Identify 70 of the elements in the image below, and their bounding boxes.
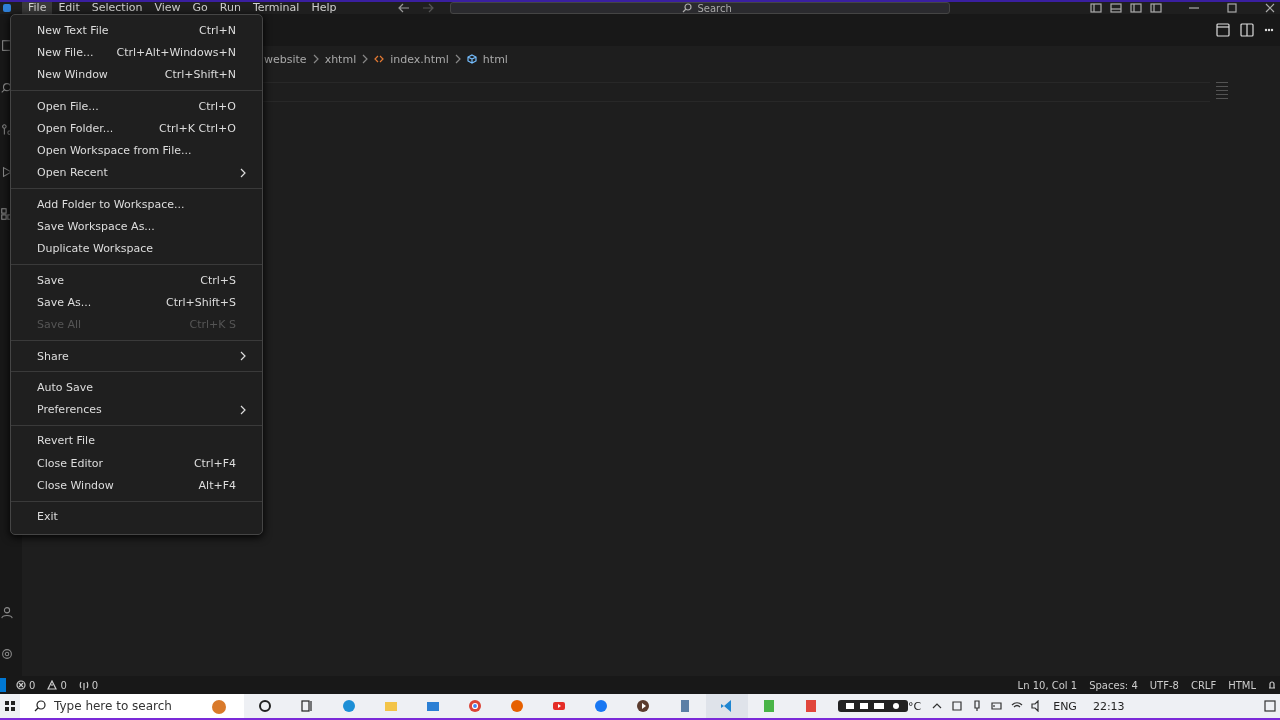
menu-item[interactable]: Edit	[52, 2, 86, 14]
menu-item[interactable]: Revert File	[11, 429, 262, 453]
chevron-right-icon	[454, 54, 461, 64]
status-item[interactable]: Spaces: 4	[1089, 679, 1138, 691]
code-editor-icon[interactable]	[706, 694, 748, 718]
chevron-right-icon	[312, 54, 319, 64]
breadcrumb-item[interactable]: html	[482, 52, 508, 66]
menu-item[interactable]: Share	[11, 344, 262, 368]
menu-item[interactable]: Open File... Ctrl+O	[11, 94, 262, 118]
search-icon	[682, 3, 693, 13]
warning-icon	[47, 680, 58, 690]
menu-item[interactable]: Help	[305, 2, 343, 14]
cube-icon	[466, 54, 477, 64]
battery-icon[interactable]	[991, 700, 1004, 712]
account-icon[interactable]	[0, 604, 14, 620]
panel-toggle-icon[interactable]	[1110, 3, 1122, 13]
menu-item[interactable]: Open Folder... Ctrl+K Ctrl+O	[11, 117, 262, 140]
menu-item[interactable]: Open Recent	[11, 161, 262, 185]
settings-icon[interactable]	[0, 646, 14, 662]
weather-temperature: °C	[908, 699, 922, 713]
menu-item[interactable]: Go	[186, 2, 214, 14]
breadcrumb-item[interactable]: website	[264, 52, 307, 66]
layout-icon[interactable]	[1130, 3, 1142, 13]
menu-item[interactable]: View	[148, 2, 187, 14]
app-logo-icon	[2, 3, 12, 13]
breadcrumb-item[interactable]: xhtml	[324, 52, 357, 66]
menu-item[interactable]: Save Ctrl+S	[11, 268, 262, 292]
code-brackets-icon	[374, 54, 385, 64]
menu-item[interactable]: File	[22, 2, 53, 14]
menu-item[interactable]: New File... Ctrl+Alt+Windows+N	[11, 41, 262, 64]
menu-item[interactable]: Terminal	[246, 2, 306, 14]
status-item[interactable]: 0	[78, 679, 99, 691]
menu-item[interactable]: Add Folder to Workspace...	[11, 193, 262, 216]
menu-item[interactable]: Duplicate Workspace	[11, 237, 262, 260]
menu-item[interactable]: Open Workspace from File...	[11, 139, 262, 162]
error-icon	[16, 680, 26, 690]
menu-item[interactable]: Selection	[85, 2, 149, 14]
clock-time[interactable]: 22:13	[1092, 699, 1125, 713]
menu-item[interactable]: Save Workspace As...	[11, 215, 262, 238]
bell-icon[interactable]	[1268, 680, 1276, 690]
menu-item[interactable]: Close Window Alt+F4	[11, 474, 262, 497]
search-icon	[34, 700, 46, 712]
menu-item[interactable]: New Text File Ctrl+N	[11, 19, 262, 42]
status-item[interactable]: 0	[16, 679, 36, 691]
status-item[interactable]: UTF-8	[1149, 679, 1179, 691]
menu-item[interactable]: Preferences	[11, 398, 262, 421]
split-editor-icon[interactable]	[1240, 23, 1254, 37]
menu-item[interactable]: Auto Save	[11, 376, 262, 399]
search-field[interactable]: Type here to search	[20, 694, 244, 718]
back-arrow-icon[interactable]	[398, 3, 411, 13]
open-preview-icon[interactable]	[1216, 23, 1230, 37]
search-field[interactable]: Search	[450, 2, 951, 14]
close-icon[interactable]	[1264, 3, 1276, 13]
maximize-icon[interactable]	[1226, 3, 1238, 13]
status-item[interactable]: 0	[47, 679, 67, 691]
menu-item[interactable]: Exit	[11, 505, 262, 528]
menu-item[interactable]: Save As... Ctrl+Shift+S	[11, 291, 262, 314]
menu-item[interactable]: Run	[213, 2, 247, 14]
menu-item[interactable]: New Window Ctrl+Shift+N	[11, 63, 262, 86]
customize-layout-icon[interactable]	[1150, 3, 1162, 13]
status-item[interactable]: CRLF	[1190, 679, 1217, 691]
status-item[interactable]: HTML	[1228, 679, 1256, 691]
antenna-icon	[78, 680, 89, 690]
status-item[interactable]: Ln 10, Col 1	[1017, 679, 1078, 691]
sidebar-toggle-icon[interactable]	[1090, 3, 1102, 13]
language-indicator[interactable]: ENG	[1053, 699, 1077, 713]
recording-toolbar-drawing	[838, 700, 908, 712]
menu-item[interactable]: Close Editor Ctrl+F4	[11, 452, 262, 475]
breadcrumb-item[interactable]: index.html	[390, 52, 449, 66]
chevron-right-icon	[362, 54, 369, 64]
